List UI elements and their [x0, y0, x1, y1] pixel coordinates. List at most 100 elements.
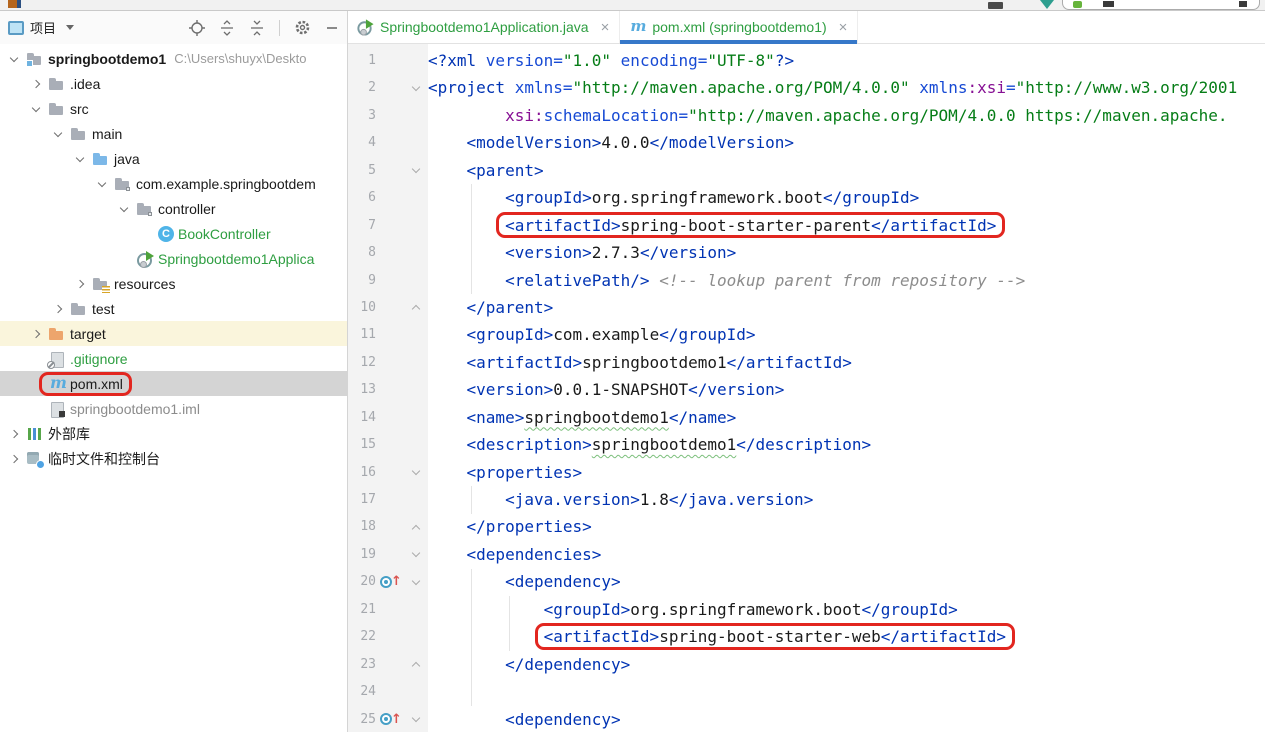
tree-item-label: src — [70, 101, 89, 117]
code-line: 11 <groupId>com.example</groupId> — [348, 321, 1265, 348]
fold-start-icon[interactable] — [404, 459, 428, 486]
tree-item-main[interactable]: main — [0, 121, 347, 146]
project-panel-header: 项目 — [0, 11, 347, 44]
code-line: 24 — [348, 678, 1265, 705]
settings-gear-icon[interactable] — [294, 19, 311, 36]
tree-item--gitignore[interactable]: .gitignore — [0, 346, 347, 371]
chevron-down-icon[interactable] — [28, 101, 44, 117]
folder-icon — [48, 101, 66, 117]
fold-start-icon[interactable] — [404, 74, 428, 101]
line-number: 17 — [348, 486, 378, 513]
spring-app-icon — [136, 251, 154, 267]
tab-close-icon[interactable]: × — [839, 20, 848, 35]
fold-gutter-cell — [404, 623, 428, 650]
combo-text-fragment — [1103, 1, 1114, 7]
maven-dependency-gutter-icon[interactable]: ↑ — [378, 706, 404, 733]
line-number: 12 — [348, 349, 378, 376]
chevron-down-icon[interactable] — [94, 176, 110, 192]
fold-start-icon[interactable] — [404, 157, 428, 184]
chevron-down-icon[interactable] — [6, 51, 22, 67]
fold-end-icon[interactable] — [404, 513, 428, 540]
tree-item--idea[interactable]: .idea — [0, 71, 347, 96]
line-number: 24 — [348, 678, 378, 705]
chevron-down-icon[interactable] — [72, 151, 88, 167]
tree-item-controller[interactable]: controller — [0, 196, 347, 221]
tab-close-icon[interactable]: × — [601, 20, 610, 35]
tree-item-springbootdemo1applica[interactable]: Springbootdemo1Applica — [0, 246, 347, 271]
chevron-down-icon[interactable] — [50, 126, 66, 142]
chevron-down-icon[interactable] — [66, 25, 74, 30]
tree-item-springbootdemo1[interactable]: springbootdemo1C:\Users\shuyx\Deskto — [0, 46, 347, 71]
chevron-down-icon[interactable] — [116, 201, 132, 217]
tree-item-bookcontroller[interactable]: BookController — [0, 221, 347, 246]
line-number: 19 — [348, 541, 378, 568]
code-line: 22 <artifactId>spring-boot-starter-web</… — [348, 623, 1265, 650]
fold-start-icon[interactable] — [404, 568, 428, 595]
tree-item-com-example-springbootdem[interactable]: com.example.springbootdem — [0, 171, 347, 196]
line-number: 5 — [348, 157, 378, 184]
code-line: 10 </parent> — [348, 294, 1265, 321]
tree-item-java[interactable]: java — [0, 146, 347, 171]
fold-gutter-cell — [404, 212, 428, 239]
chevron-spacer — [116, 251, 132, 267]
code-text: <version>2.7.3</version> — [428, 239, 1265, 266]
code-line: 12 <artifactId>springbootdemo1</artifact… — [348, 349, 1265, 376]
package-icon — [114, 176, 132, 192]
line-number: 2 — [348, 74, 378, 101]
tree-item-test[interactable]: test — [0, 296, 347, 321]
code-line: 8 <version>2.7.3</version> — [348, 239, 1265, 266]
gutter-cell — [378, 678, 404, 705]
tree-item-target[interactable]: target — [0, 321, 347, 346]
code-line: 25↑ <dependency> — [348, 706, 1265, 733]
tree-item-label: controller — [158, 201, 216, 217]
fold-end-icon[interactable] — [404, 294, 428, 321]
folder-project-icon — [26, 51, 44, 67]
fold-gutter-cell — [404, 47, 428, 74]
fold-end-icon[interactable] — [404, 651, 428, 678]
code-text: <parent> — [428, 157, 1265, 184]
folder-icon — [70, 301, 88, 317]
hide-panel-icon[interactable] — [325, 20, 339, 36]
fold-start-icon[interactable] — [404, 706, 428, 733]
gutter-cell — [378, 541, 404, 568]
code-text: <relativePath/> <!-- lookup parent from … — [428, 267, 1265, 294]
line-number: 18 — [348, 513, 378, 540]
chevron-right-icon[interactable] — [28, 326, 44, 342]
tab-springbootdemo1application-java[interactable]: Springbootdemo1Application.java × — [348, 11, 620, 43]
tree-item--[interactable]: 外部库 — [0, 421, 347, 446]
code-line: 16 <properties> — [348, 459, 1265, 486]
tree-item-label: .gitignore — [70, 351, 128, 367]
chevron-right-icon[interactable] — [6, 426, 22, 442]
file-ignored-icon — [48, 351, 66, 367]
editor-area[interactable]: Springbootdemo1Application.java × pom.xm… — [347, 11, 1265, 732]
chevron-right-icon[interactable] — [28, 76, 44, 92]
tree-item-pom-xml[interactable]: pom.xml — [0, 371, 347, 396]
chevron-right-icon[interactable] — [6, 451, 22, 467]
code-lines[interactable]: 1<?xml version="1.0" encoding="UTF-8"?>2… — [348, 47, 1265, 733]
chevron-right-icon[interactable] — [72, 276, 88, 292]
project-tool-window-icon — [8, 21, 24, 35]
fold-start-icon[interactable] — [404, 541, 428, 568]
code-line: 9 <relativePath/> <!-- lookup parent fro… — [348, 267, 1265, 294]
tree-item-resources[interactable]: resources — [0, 271, 347, 296]
expand-all-icon[interactable] — [219, 20, 235, 36]
collapse-all-icon[interactable] — [249, 20, 265, 36]
spring-boot-icon — [1073, 1, 1082, 8]
line-number: 23 — [348, 651, 378, 678]
code-line: 17 <java.version>1.8</java.version> — [348, 486, 1265, 513]
maven-dependency-gutter-icon[interactable]: ↑ — [378, 568, 404, 595]
line-number: 11 — [348, 321, 378, 348]
tree-item--[interactable]: 临时文件和控制台 — [0, 446, 347, 471]
gutter-cell — [378, 486, 404, 513]
vcs-update-icon[interactable] — [1040, 0, 1054, 9]
gutter-cell — [378, 349, 404, 376]
run-configuration-combobox[interactable] — [1062, 0, 1260, 10]
tab-pom-xml[interactable]: pom.xml (springbootdemo1) × — [620, 11, 858, 43]
tree-item-src[interactable]: src — [0, 96, 347, 121]
chevron-right-icon[interactable] — [50, 301, 66, 317]
code-line: 7 <artifactId>spring-boot-starter-parent… — [348, 212, 1265, 239]
tree-item-springbootdemo1-iml[interactable]: springbootdemo1.iml — [0, 396, 347, 421]
locate-icon[interactable] — [189, 20, 205, 36]
code-line: 1<?xml version="1.0" encoding="UTF-8"?> — [348, 47, 1265, 74]
code-text: </properties> — [428, 513, 1265, 540]
